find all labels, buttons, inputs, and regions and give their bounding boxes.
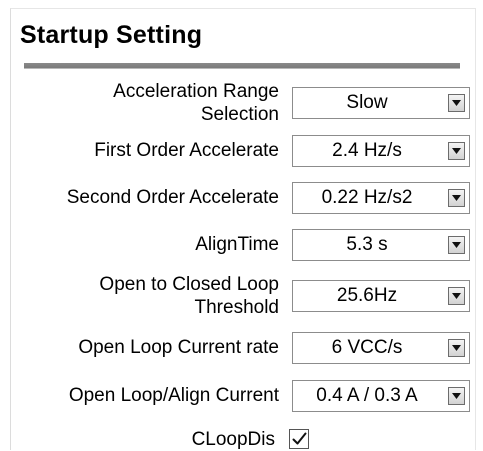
second-order-accelerate-value: 0.22 Hz/s2 [321,187,413,208]
acceleration-range-label-line2: Selection [200,104,279,125]
open-loop-align-current-label: Open Loop/Align Current [68,385,279,406]
second-order-accelerate-label: Second Order Accelerate [66,187,279,208]
align-time-value: 5.3 s [346,234,388,255]
open-to-closed-loop-value: 25.6Hz [336,285,398,306]
second-order-accelerate-select[interactable]: 0.22 Hz/s2 [292,182,470,214]
dropdown-arrow-icon[interactable] [448,339,465,357]
dropdown-arrow-icon[interactable] [448,287,465,305]
acceleration-range-label-line1: Acceleration Range [113,81,279,102]
first-order-accelerate-select[interactable]: 2.4 Hz/s [292,135,470,167]
open-loop-align-current-value: 0.4 A / 0.3 A [316,385,418,406]
first-order-accelerate-value: 2.4 Hz/s [332,140,402,161]
open-to-closed-loop-label-line1: Open to Closed Loop [99,274,279,295]
dropdown-arrow-icon[interactable] [448,94,465,112]
dropdown-arrow-icon[interactable] [448,142,465,160]
checkmark-icon [292,432,307,445]
dropdown-arrow-icon[interactable] [448,189,465,207]
acceleration-range-select[interactable]: Slow [292,87,470,119]
open-loop-current-rate-value: 6 VCC/s [331,337,403,358]
panel-title: Startup Setting [20,21,203,49]
align-time-select[interactable]: 5.3 s [292,229,470,261]
align-time-label: AlignTime [195,234,279,255]
open-to-closed-loop-select[interactable]: 25.6Hz [292,280,470,312]
acceleration-range-label: Acceleration Range Selection [113,80,279,126]
open-loop-current-rate-select[interactable]: 6 VCC/s [292,332,470,364]
open-loop-align-current-select[interactable]: 0.4 A / 0.3 A [292,380,470,412]
title-divider [24,63,460,68]
dropdown-arrow-icon[interactable] [448,236,465,254]
acceleration-range-value: Slow [346,92,388,113]
dropdown-arrow-icon[interactable] [448,387,465,405]
cloop-dis-label: CLoopDis [191,429,275,450]
cloop-dis-checkbox[interactable] [289,429,309,449]
open-to-closed-loop-label-line2: Threshold [194,297,280,318]
open-to-closed-loop-label: Open to Closed Loop Threshold [99,273,279,319]
open-loop-current-rate-label: Open Loop Current rate [78,337,279,358]
first-order-accelerate-label: First Order Accelerate [94,140,279,161]
